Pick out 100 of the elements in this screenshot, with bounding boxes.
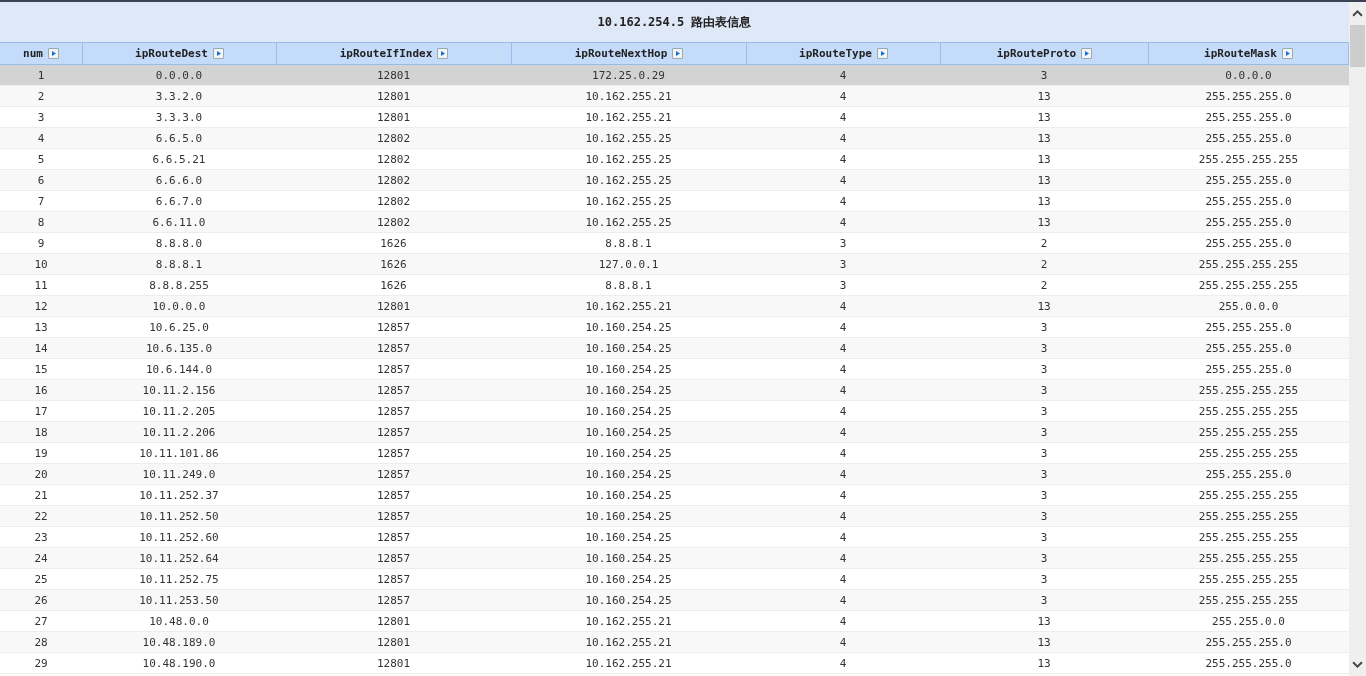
table-cell-text: 6: [36, 172, 46, 189]
table-cell-text: 6.6.5.21: [151, 151, 207, 168]
table-cell-text: 10: [33, 256, 49, 273]
table-cell-text: 10.11.252.50: [138, 508, 220, 525]
table-cell-text: 4: [838, 298, 848, 315]
column-header[interactable]: ipRouteIfIndex: [276, 43, 511, 64]
table-cell-text: 12802: [375, 214, 412, 231]
table-cell-text: 8.8.8.1: [604, 277, 653, 294]
table-cell-text: 10.162.255.21: [584, 634, 673, 651]
column-menu-icon[interactable]: [47, 48, 59, 59]
table-row[interactable]: 12 10.0.0.0 12801 10.162.255.21 4 13 255.0.0.0: [0, 296, 1349, 317]
table-cell-text: 255.255.255.255: [1197, 487, 1300, 504]
column-header[interactable]: ipRouteMask: [1148, 43, 1348, 64]
table-cell-text: 10.160.254.25: [584, 403, 673, 420]
scrollbar-thumb[interactable]: [1350, 25, 1365, 67]
table-cell-text: 8.8.8.1: [154, 256, 204, 273]
table-cell-text: 8.8.8.1: [604, 235, 653, 252]
table-cell-text: 9: [36, 235, 46, 252]
table-cell-text: 0.0.0.0: [154, 67, 204, 84]
table-cell-text: 3: [1039, 340, 1049, 357]
table-row[interactable]: 14 10.6.135.0 12857 10.160.254.25 4 3 255.255.255.0: [0, 338, 1349, 359]
column-header[interactable]: ipRouteNextHop: [511, 43, 746, 64]
column-header[interactable]: ipRouteType: [746, 43, 940, 64]
table-cell-text: 1626: [379, 277, 408, 294]
table-row[interactable]: 22 10.11.252.50 12857 10.160.254.25 4 3 255.255.255.255: [0, 506, 1349, 527]
scrollbar[interactable]: [1349, 2, 1366, 676]
table-cell-text: 4: [838, 466, 848, 483]
table-row[interactable]: 10 8.8.8.1 1626 127.0.0.1 3 2 255.255.255.255: [0, 254, 1349, 275]
table-cell-text: 10.160.254.25: [584, 424, 673, 441]
column-menu-icon[interactable]: [672, 48, 684, 59]
table-cell-text: 3: [1039, 487, 1049, 504]
table-cell-text: 10.6.144.0: [144, 361, 214, 378]
column-menu-icon[interactable]: [212, 48, 224, 59]
table-row[interactable]: 20 10.11.249.0 12857 10.160.254.25 4 3 255.255.255.0: [0, 464, 1349, 485]
table-cell-text: 10.160.254.25: [584, 487, 673, 504]
table-cell-text: 3.3.3.0: [154, 109, 204, 126]
column-header[interactable]: num: [0, 43, 82, 64]
table-cell-text: 4: [838, 151, 848, 168]
table-cell-text: 10.160.254.25: [584, 571, 673, 588]
table-cell-text: 4: [838, 487, 848, 504]
table-cell-text: 3: [1039, 550, 1049, 567]
table-cell-text: 255.255.255.0: [1204, 340, 1293, 357]
table-cell-text: 255.255.255.255: [1197, 403, 1300, 420]
table-cell-text: 4: [838, 634, 848, 651]
table-cell-text: 255.255.255.0: [1204, 634, 1293, 651]
column-menu-icon[interactable]: [1281, 48, 1293, 59]
column-header[interactable]: ipRouteProto: [940, 43, 1148, 64]
column-header[interactable]: ipRouteDest: [82, 43, 276, 64]
scroll-down-icon[interactable]: [1352, 659, 1363, 670]
table-cell-text: 255.255.255.0: [1204, 466, 1293, 483]
table-row[interactable]: 18 10.11.2.206 12857 10.160.254.25 4 3 255.255.255.255: [0, 422, 1349, 443]
table-row[interactable]: 2 3.3.2.0 12801 10.162.255.21 4 13 255.255.255.0: [0, 86, 1349, 107]
table-cell-text: 4: [838, 214, 848, 231]
table-cell-text: 6.6.7.0: [154, 193, 204, 210]
table-cell-text: 5: [36, 151, 46, 168]
table-cell-text: 10.162.255.25: [584, 172, 673, 189]
table-cell-text: 255.255.255.0: [1204, 130, 1293, 147]
table-cell-text: 255.255.255.0: [1204, 88, 1293, 105]
table-cell-text: 2: [1039, 235, 1049, 252]
table-cell-text: 1626: [379, 256, 408, 273]
table-row[interactable]: 8 6.6.11.0 12802 10.162.255.25 4 13 255.255.255.0: [0, 212, 1349, 233]
table-cell-text: 10.162.255.25: [584, 130, 673, 147]
table-row[interactable]: 28 10.48.189.0 12801 10.162.255.21 4 13 255.255.255.0: [0, 632, 1349, 653]
table-cell-text: 3: [1039, 466, 1049, 483]
table-cell-text: 12857: [375, 319, 412, 336]
table-cell-text: 4: [838, 613, 848, 630]
column-menu-icon[interactable]: [1081, 48, 1093, 59]
table-row[interactable]: 6 6.6.6.0 12802 10.162.255.25 4 13 255.255.255.0: [0, 170, 1349, 191]
table-row[interactable]: 24 10.11.252.64 12857 10.160.254.25 4 3 255.255.255.255: [0, 548, 1349, 569]
column-menu-icon[interactable]: [437, 48, 449, 59]
table-row[interactable]: 16 10.11.2.156 12857 10.160.254.25 4 3 255.255.255.255: [0, 380, 1349, 401]
table-cell-text: 4: [838, 361, 848, 378]
table-cell-text: 8.8.8.0: [154, 235, 204, 252]
table-cell-text: 13: [1036, 88, 1052, 105]
table-cell-text: 3: [838, 277, 848, 294]
table-cell-text: 12801: [375, 109, 412, 126]
table-cell-text: 255.255.255.255: [1197, 277, 1300, 294]
table-cell-text: 255.0.0.0: [1217, 298, 1280, 315]
table-cell-text: 12802: [375, 193, 412, 210]
table-row[interactable]: 26 10.11.253.50 12857 10.160.254.25 4 3 255.255.255.255: [0, 590, 1349, 611]
table-cell-text: 10.160.254.25: [584, 340, 673, 357]
table-cell-text: 10.162.255.25: [584, 151, 673, 168]
table-cell-text: 10.11.2.206: [141, 424, 217, 441]
table-cell-text: 255.255.0.0: [1211, 613, 1286, 630]
table-cell-text: 12857: [375, 424, 412, 441]
table-row[interactable]: 4 6.6.5.0 12802 10.162.255.25 4 13 255.255.255.0: [0, 128, 1349, 149]
table-cell-text: 13: [1036, 298, 1052, 315]
table-cell-text: 4: [838, 655, 848, 672]
table-cell-text: 12801: [375, 634, 412, 651]
table-cell-text: 12857: [375, 445, 412, 462]
table-cell-text: 1: [36, 67, 46, 84]
table-cell-text: 4: [838, 529, 848, 546]
table-row[interactable]: 1 0.0.0.0 12801 172.25.0.29 4 3 0.0.0.0: [0, 65, 1349, 86]
table-cell-text: 10.162.255.21: [584, 613, 673, 630]
table-cell-text: 255.255.255.255: [1197, 529, 1300, 546]
column-menu-icon[interactable]: [876, 48, 888, 59]
table-cell-text: 28: [33, 634, 49, 651]
table-cell-text: 12857: [375, 550, 412, 567]
scroll-up-icon[interactable]: [1352, 8, 1363, 19]
table-cell-text: 255.255.255.255: [1197, 256, 1300, 273]
